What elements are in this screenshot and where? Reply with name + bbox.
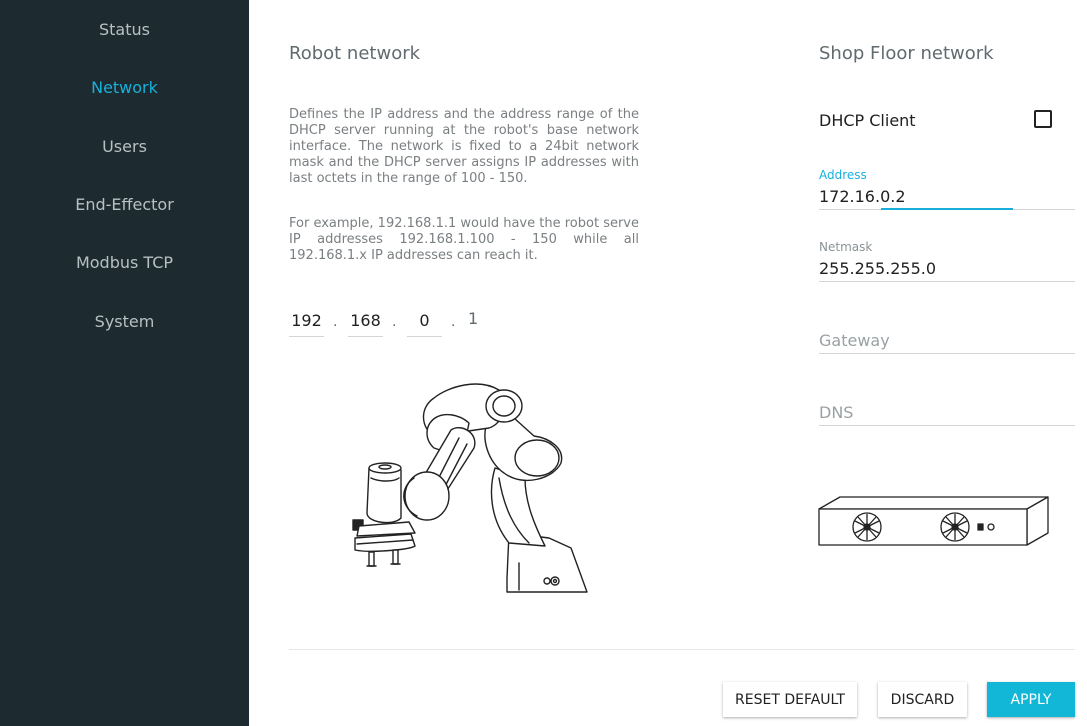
ip-separator: . [392, 313, 397, 330]
dhcp-client-checkbox[interactable] [1034, 110, 1052, 128]
network-switch-icon [818, 496, 1049, 546]
main-content: Robot network Defines the IP address and… [249, 0, 1087, 726]
discard-button[interactable]: DISCARD [878, 682, 967, 717]
footer-divider [289, 649, 1075, 650]
netmask-field: Netmask [819, 240, 1075, 284]
netmask-underline [819, 281, 1075, 282]
sidebar: Status Network Users End-Effector Modbus… [0, 0, 249, 726]
ip-octet-1[interactable]: 192 [289, 309, 324, 337]
netmask-label: Netmask [819, 240, 873, 254]
robot-arm-icon [352, 383, 588, 593]
ip-octet-2[interactable]: 168 [348, 309, 383, 337]
dns-underline [819, 425, 1075, 426]
dns-input[interactable] [819, 400, 1075, 424]
sidebar-item-status[interactable]: Status [0, 20, 249, 39]
robot-network-title: Robot network [289, 43, 421, 64]
ip-octet-4: 1 [468, 309, 479, 328]
sidebar-item-modbus-tcp[interactable]: Modbus TCP [0, 253, 249, 272]
gateway-underline [819, 353, 1075, 354]
netmask-input[interactable] [819, 256, 1075, 280]
address-field: Address [819, 168, 1075, 212]
gateway-input[interactable] [819, 328, 1075, 352]
dhcp-client-label: DHCP Client [819, 111, 916, 130]
address-focus-line [881, 208, 1013, 210]
address-input[interactable] [819, 184, 1075, 208]
ip-octet-3[interactable]: 0 [407, 309, 442, 337]
sidebar-item-network[interactable]: Network [0, 78, 249, 97]
robot-network-description: Defines the IP address and the address r… [289, 107, 639, 186]
robot-network-example: For example, 192.168.1.1 would have the … [289, 216, 639, 263]
sidebar-item-end-effector[interactable]: End-Effector [0, 195, 249, 214]
reset-default-button[interactable]: RESET DEFAULT [723, 682, 857, 717]
dns-field [819, 384, 1075, 428]
sidebar-item-system[interactable]: System [0, 312, 249, 331]
ip-separator: . [333, 313, 338, 330]
apply-button[interactable]: APPLY [987, 682, 1075, 717]
gateway-field [819, 312, 1075, 356]
address-label: Address [819, 168, 867, 182]
ip-separator: . [451, 313, 456, 330]
shop-floor-network-title: Shop Floor network [819, 43, 994, 64]
sidebar-item-users[interactable]: Users [0, 137, 249, 156]
